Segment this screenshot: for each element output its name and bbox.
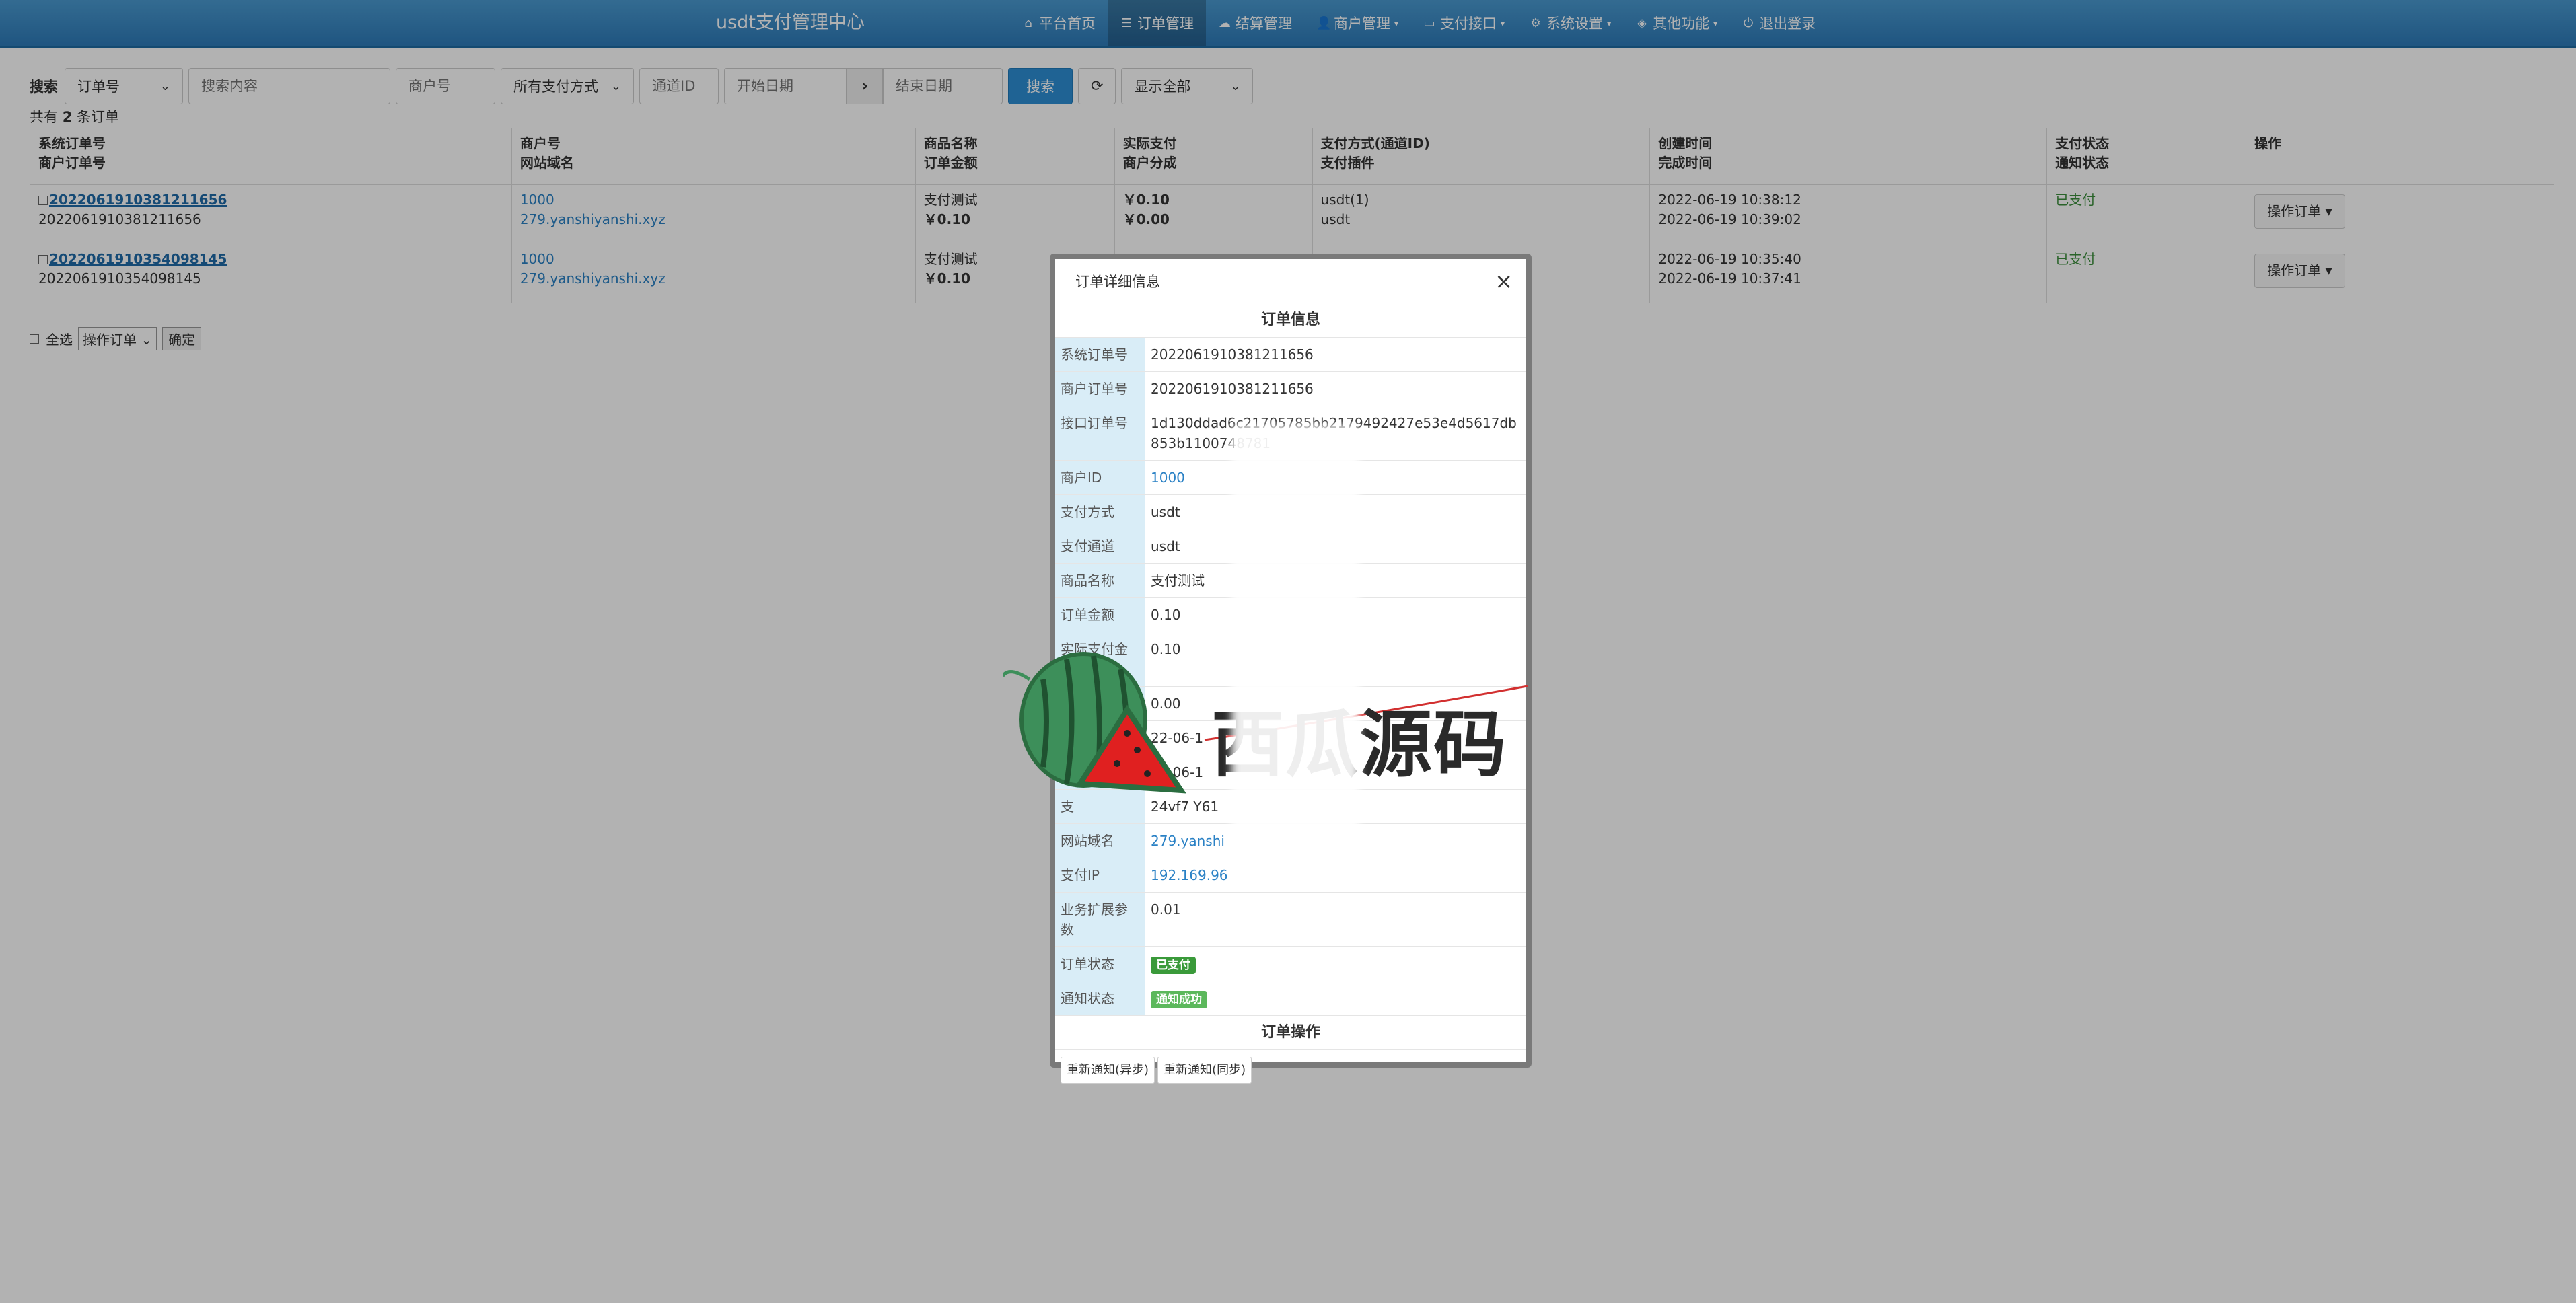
detail-label: 商户ID: [1055, 460, 1145, 495]
detail-row: 商户订单号 2022061910381211656: [1055, 371, 1526, 406]
detail-label: 商户订单号: [1055, 371, 1145, 406]
renotify-async-button[interactable]: 重新通知(异步): [1061, 1057, 1155, 1084]
modal-title: 订单详细信息: [1075, 273, 1160, 290]
detail-value: 通知成功: [1145, 981, 1526, 1016]
renotify-sync-button[interactable]: 重新通知(同步): [1157, 1057, 1252, 1084]
detail-label: 订单状态: [1055, 946, 1145, 981]
detail-label: 通知状态: [1055, 981, 1145, 1016]
detail-label: 支付IP: [1055, 858, 1145, 893]
close-icon[interactable]: ×: [1495, 268, 1513, 294]
redaction-blur: [1231, 425, 1359, 862]
detail-label: 业务扩展参数: [1055, 892, 1145, 947]
detail-value: 已支付: [1145, 946, 1526, 981]
detail-row: 业务扩展参数 0.01: [1055, 892, 1526, 947]
detail-label: 支付通道: [1055, 529, 1145, 564]
detail-label: 网站域名: [1055, 823, 1145, 858]
detail-row: 支付IP 192.169.96: [1055, 858, 1526, 893]
modal-actions: 重新通知(异步) 重新通知(同步): [1055, 1050, 1526, 1091]
detail-row: 通知状态 通知成功: [1055, 981, 1526, 1016]
detail-label: 商品名称: [1055, 563, 1145, 598]
modal-header: 订单详细信息 ×: [1055, 259, 1526, 303]
detail-row: 订单状态 已支付: [1055, 946, 1526, 981]
detail-label: 订单金额: [1055, 597, 1145, 632]
detail-label: 支付方式: [1055, 494, 1145, 529]
detail-label: 接口订单号: [1055, 406, 1145, 461]
section-order-info: 订单信息: [1055, 303, 1526, 338]
notify-status-badge: 通知成功: [1151, 991, 1207, 1008]
detail-value: 0.01: [1145, 892, 1526, 947]
detail-label: 系统订单号: [1055, 337, 1145, 372]
detail-value: 2022061910381211656: [1145, 371, 1526, 406]
detail-value[interactable]: 192.169.96: [1145, 858, 1526, 893]
section-order-ops: 订单操作: [1055, 1015, 1526, 1050]
order-status-badge: 已支付: [1151, 957, 1196, 974]
detail-row: 系统订单号 2022061910381211656: [1055, 337, 1526, 372]
detail-value: 2022061910381211656: [1145, 337, 1526, 372]
